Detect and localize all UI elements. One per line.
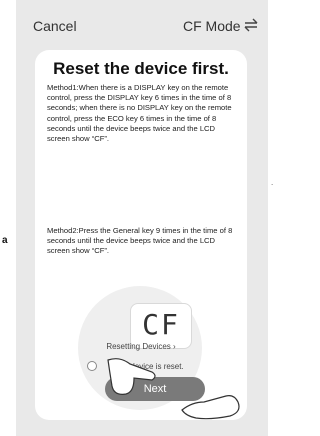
method2-text: Method2:Press the General key 9 times in… <box>47 226 233 256</box>
lcd-text: CF <box>142 308 180 341</box>
side-label: a <box>2 235 8 246</box>
pointing-hand-icon <box>107 358 240 420</box>
mode-title: CF Mode <box>183 18 241 34</box>
swap-arrows-icon[interactable] <box>243 17 259 33</box>
cancel-button[interactable]: Cancel <box>33 18 77 34</box>
confirm-radio[interactable] <box>87 361 97 371</box>
edge-mark: . <box>271 178 274 187</box>
method1-text: Method1:When there is a DISPLAY key on t… <box>47 83 232 144</box>
page-title: Reset the device first. <box>53 59 229 78</box>
reset-card: Reset the device first. Method1:When the… <box>35 50 247 420</box>
header-bar: Cancel CF Mode <box>16 0 268 48</box>
phone-screen: Cancel CF Mode Reset the device first. M… <box>16 0 273 436</box>
